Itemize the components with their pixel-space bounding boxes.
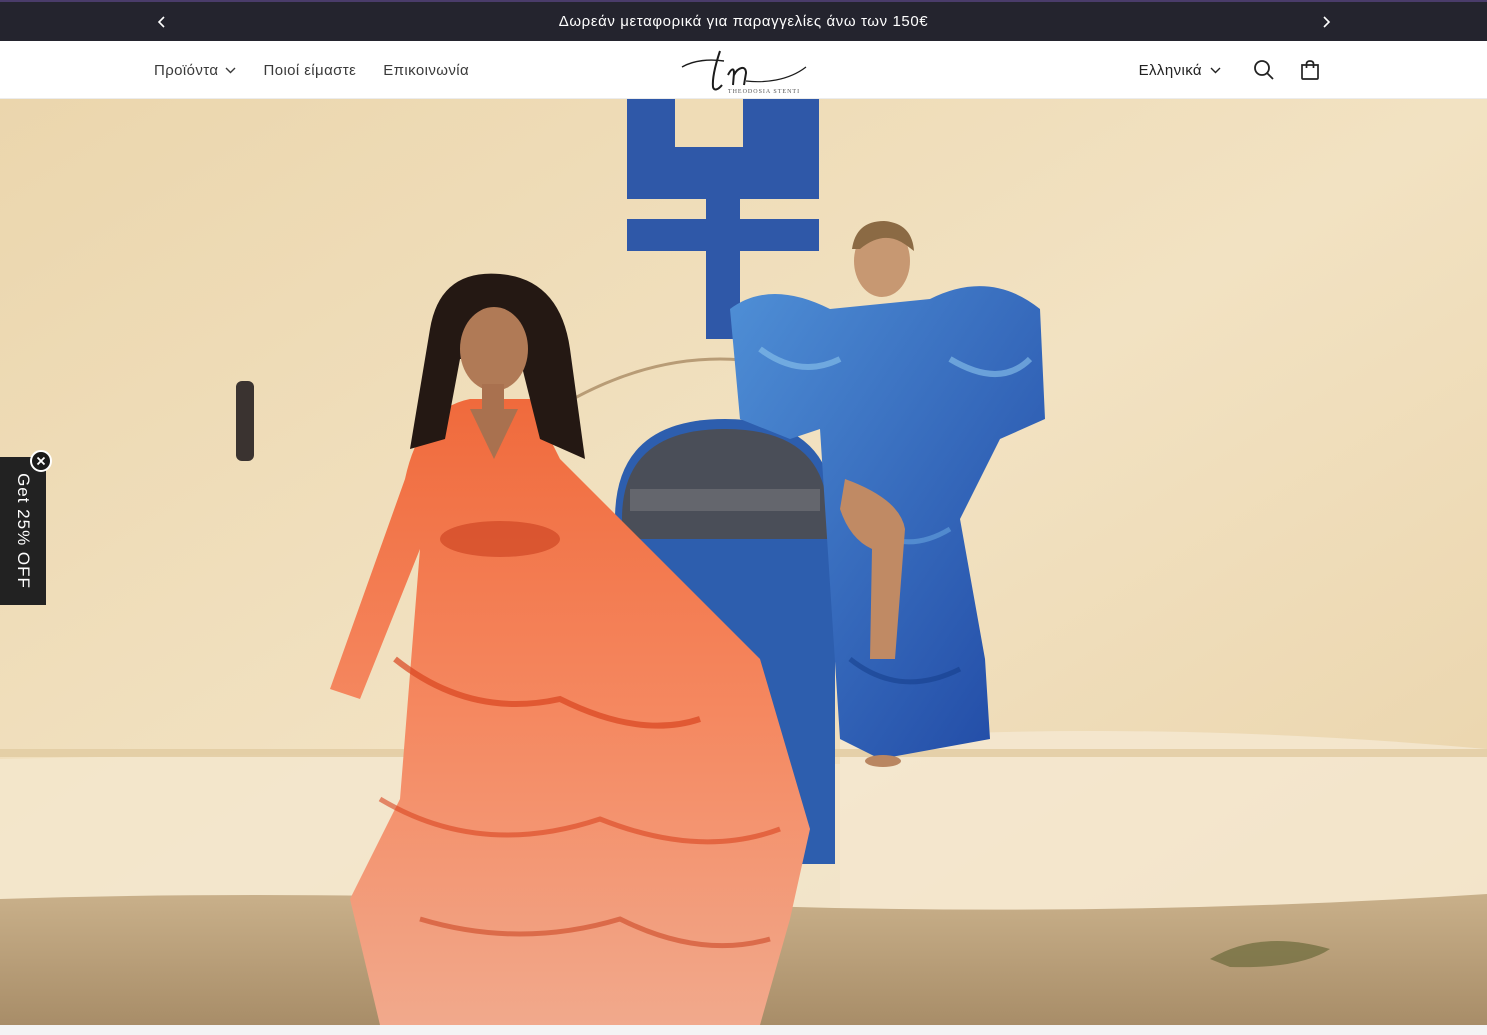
nav-item-label: Προϊόντα [154, 61, 219, 79]
header-actions: Ελληνικά [1139, 41, 1333, 99]
main-nav: Προϊόντα Ποιοί είμαστε Επικοινωνία [154, 41, 496, 99]
nav-item-label: Ποιοί είμαστε [263, 61, 357, 79]
search-button[interactable] [1241, 47, 1287, 93]
discount-tab-label: Get 25% OFF [14, 473, 33, 589]
logo-wordmark: THEODOSIA STENTI [728, 89, 800, 95]
chevron-down-icon [1210, 67, 1221, 74]
announcement-prev-button[interactable] [150, 10, 174, 34]
announcement-text: Δωρεάν μεταφορικά για παραγγελίες άνω τω… [558, 13, 929, 30]
search-icon [1254, 60, 1274, 80]
nav-item-label: Επικοινωνία [383, 61, 470, 79]
cart-icon [1301, 60, 1319, 80]
nav-item-products[interactable]: Προϊόντα [154, 62, 236, 79]
nav-item-contact[interactable]: Επικοινωνία [383, 62, 469, 79]
hero-image [0, 99, 1487, 1025]
brand-logo[interactable]: THEODOSIA STENTI [676, 45, 812, 97]
announcement-bar: Δωρεάν μεταφορικά για παραγγελίες άνω τω… [0, 0, 1487, 41]
bottom-strip [0, 1025, 1487, 1035]
announcement-next-button[interactable] [1314, 10, 1338, 34]
nav-item-about[interactable]: Ποιοί είμαστε [263, 62, 356, 79]
chevron-down-icon [225, 67, 236, 74]
hero-banner[interactable] [0, 99, 1487, 1025]
chevron-right-icon [1323, 16, 1331, 28]
discount-close-button[interactable] [30, 450, 52, 472]
cart-button[interactable] [1287, 47, 1333, 93]
language-selector[interactable]: Ελληνικά [1139, 62, 1221, 79]
discount-tab[interactable]: Get 25% OFF [0, 457, 46, 605]
chevron-left-icon [157, 16, 165, 28]
close-icon [36, 456, 46, 466]
language-label: Ελληνικά [1138, 61, 1202, 79]
site-header: Προϊόντα Ποιοί είμαστε Επικοινωνία THEOD… [0, 41, 1487, 99]
